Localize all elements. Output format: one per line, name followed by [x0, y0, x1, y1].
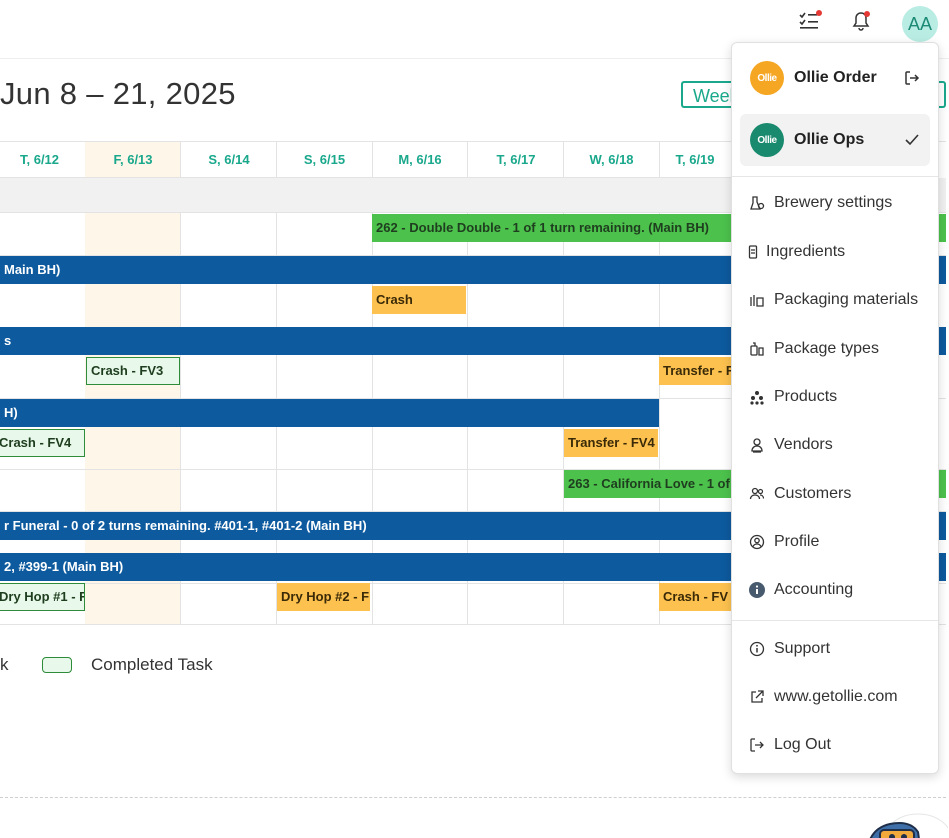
task-crash-fv3[interactable]: Crash - FV3 — [86, 357, 180, 385]
menu-item-label: Packaging materials — [774, 291, 919, 308]
menu-item-package-types[interactable]: Package types — [748, 337, 879, 361]
packaging-icon — [748, 291, 766, 309]
menu-item-label: Vendors — [774, 436, 833, 453]
menu-item-label: Profile — [774, 533, 820, 550]
logout-icon — [748, 736, 766, 754]
legend-label: k — [0, 655, 9, 674]
menu-item-accounting[interactable]: Accounting — [748, 578, 853, 602]
brewery-icon — [748, 194, 766, 212]
menu-item-label: Support — [774, 640, 831, 657]
task-crash-fv[interactable]: Crash - FV — [659, 583, 731, 611]
account-name: Ollie Order — [794, 69, 877, 86]
date-range-title: Jun 8 – 21, 2025 — [0, 76, 236, 111]
menu-item-ingredients[interactable]: Ingredients — [748, 240, 845, 264]
day-column — [181, 142, 277, 624]
vendors-icon — [748, 436, 766, 454]
switch-account-icon[interactable] — [902, 70, 922, 86]
package-types-icon — [748, 340, 766, 358]
menu-item-label: Brewery settings — [774, 194, 893, 211]
menu-item-vendors[interactable]: Vendors — [748, 433, 833, 457]
menu-item-log-out[interactable]: Log Out — [748, 733, 831, 757]
menu-item-label: Package types — [774, 340, 879, 357]
day-header: S, 6/14 — [181, 142, 277, 178]
tasks-icon[interactable] — [796, 8, 822, 34]
day-header: S, 6/15 — [277, 142, 372, 178]
menu-item-products[interactable]: Products — [748, 385, 837, 409]
day-column — [0, 142, 90, 624]
ollie-logo: Ollie — [750, 123, 784, 157]
task-transfer-fv4[interactable]: Transfer - FV4 — [564, 429, 658, 457]
external-link-icon — [748, 688, 766, 706]
ollie-logo: Ollie — [750, 61, 784, 95]
menu-item-label: Accounting — [774, 581, 854, 598]
account-name: Ollie Ops — [794, 131, 865, 148]
info-outline-icon — [748, 640, 766, 658]
day-header: T, 6/19 — [659, 142, 731, 178]
day-header: M, 6/16 — [372, 142, 468, 178]
day-column — [277, 142, 373, 624]
schedule-bar-batch[interactable]: H) — [0, 399, 659, 427]
info-icon — [748, 581, 766, 599]
check-icon — [902, 133, 922, 147]
day-header: F, 6/13 — [85, 142, 181, 178]
menu-item-customers[interactable]: Customers — [748, 482, 851, 506]
profile-icon — [748, 533, 766, 551]
task-transfer[interactable]: Transfer - F — [659, 357, 731, 385]
menu-item-label: www.getollie.com — [774, 688, 898, 705]
menu-item-label: Customers — [774, 485, 852, 502]
day-header: W, 6/18 — [564, 142, 659, 178]
divider — [0, 797, 946, 798]
menu-item-website[interactable]: www.getollie.com — [748, 685, 898, 709]
task-crash-fv4[interactable]: Crash - FV4 — [0, 429, 85, 457]
menu-item-packaging-materials[interactable]: Packaging materials — [748, 288, 918, 312]
task-dry-hop-2[interactable]: Dry Hop #2 - F — [277, 583, 370, 611]
legend-label: Completed Task — [91, 655, 213, 674]
account-menu: Ollie Ollie Order Ollie Ollie Ops Brewer… — [731, 42, 939, 774]
customers-icon — [748, 485, 766, 503]
legend-completed-swatch — [42, 657, 72, 673]
menu-item-profile[interactable]: Profile — [748, 530, 819, 554]
day-header: T, 6/17 — [468, 142, 564, 178]
menu-item-brewery-settings[interactable]: Brewery settings — [748, 191, 892, 215]
user-avatar[interactable]: AA — [902, 6, 938, 42]
menu-item-support[interactable]: Support — [748, 637, 830, 661]
task-crash[interactable]: Crash — [372, 286, 466, 314]
ingredients-icon — [748, 243, 758, 261]
bell-icon[interactable] — [848, 8, 874, 34]
menu-item-label: Products — [774, 388, 838, 405]
account-ollie-order[interactable]: Ollie Ollie Order — [740, 52, 930, 104]
task-dry-hop-1[interactable]: Dry Hop #1 - F — [0, 583, 85, 611]
products-icon — [748, 388, 766, 406]
account-ollie-ops[interactable]: Ollie Ollie Ops — [740, 114, 930, 166]
menu-item-label: Log Out — [774, 736, 831, 753]
mascot-image — [858, 806, 948, 838]
menu-item-label: Ingredients — [766, 243, 846, 260]
day-header: T, 6/12 — [0, 142, 85, 178]
